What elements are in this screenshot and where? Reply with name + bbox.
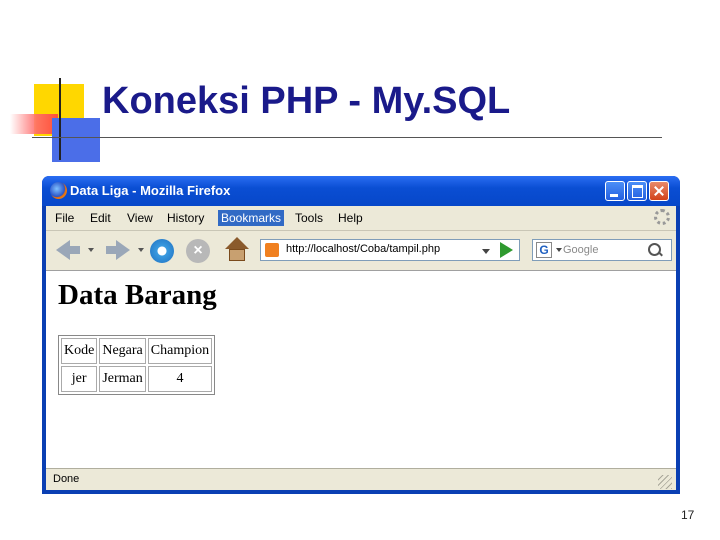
google-engine-icon[interactable]: G <box>536 242 552 258</box>
decor-vertical-line <box>59 78 61 160</box>
menu-file[interactable]: File <box>52 210 77 226</box>
table-cell: jer <box>61 366 98 392</box>
table-cell: Jerman <box>99 366 146 392</box>
table-row: jer Jerman 4 <box>61 366 213 392</box>
maximize-button[interactable] <box>627 181 647 201</box>
menu-edit[interactable]: Edit <box>87 210 114 226</box>
reload-icon[interactable] <box>150 239 174 263</box>
close-button[interactable] <box>649 181 669 201</box>
menu-bookmarks[interactable]: Bookmarks <box>218 210 285 226</box>
decor-red-bar <box>10 114 58 134</box>
navigation-toolbar: × http://localhost/Coba/tampil.php G <box>46 230 676 271</box>
minimize-button[interactable] <box>605 181 625 201</box>
data-table: Kode Negara Champion jer Jerman 4 <box>58 335 216 395</box>
title-underline <box>32 137 662 138</box>
site-favicon-icon <box>265 243 279 257</box>
browser-body: File Edit View History Bookmarks Tools H… <box>46 206 676 490</box>
status-text: Done <box>53 473 80 485</box>
table-header-row: Kode Negara Champion <box>61 338 213 364</box>
menu-history[interactable]: History <box>164 210 207 226</box>
menu-view[interactable]: View <box>124 210 156 226</box>
menu-tools[interactable]: Tools <box>292 210 326 226</box>
forward-arrow-icon[interactable] <box>104 237 132 263</box>
stop-icon[interactable]: × <box>186 239 210 263</box>
search-engine-chevron-icon[interactable] <box>556 248 562 252</box>
page-number: 17 <box>681 508 695 522</box>
slide-title: Koneksi PHP - My.SQL <box>102 80 511 122</box>
column-header: Champion <box>147 338 213 364</box>
search-icon[interactable] <box>647 242 663 258</box>
address-bar[interactable]: http://localhost/Coba/tampil.php <box>260 239 520 261</box>
forward-history-chevron-icon[interactable] <box>138 248 144 252</box>
window-title: Data Liga - Mozilla Firefox <box>70 183 231 198</box>
back-arrow-icon[interactable] <box>54 237 82 263</box>
menu-bar: File Edit View History Bookmarks Tools H… <box>46 206 676 230</box>
firefox-icon <box>50 182 67 199</box>
url-text[interactable]: http://localhost/Coba/tampil.php <box>286 243 440 255</box>
page-heading: Data Barang <box>58 279 217 311</box>
status-bar: Done <box>46 468 676 491</box>
throbber-icon <box>654 209 670 225</box>
home-icon[interactable] <box>224 237 250 263</box>
page-content: Data Barang Kode Negara Champion jer Jer… <box>46 270 676 468</box>
firefox-window: Data Liga - Mozilla Firefox File Edit Vi… <box>42 176 680 494</box>
title-bar[interactable]: Data Liga - Mozilla Firefox <box>42 176 680 206</box>
url-history-chevron-icon[interactable] <box>482 249 490 254</box>
table-cell: 4 <box>147 366 213 392</box>
column-header: Negara <box>99 338 146 364</box>
search-input[interactable] <box>563 242 643 258</box>
search-bar[interactable]: G <box>532 239 672 261</box>
column-header: Kode <box>61 338 98 364</box>
menu-help[interactable]: Help <box>335 210 366 226</box>
go-arrow-icon[interactable] <box>500 242 513 258</box>
back-history-chevron-icon[interactable] <box>88 248 94 252</box>
resize-grip-icon[interactable] <box>658 475 672 489</box>
